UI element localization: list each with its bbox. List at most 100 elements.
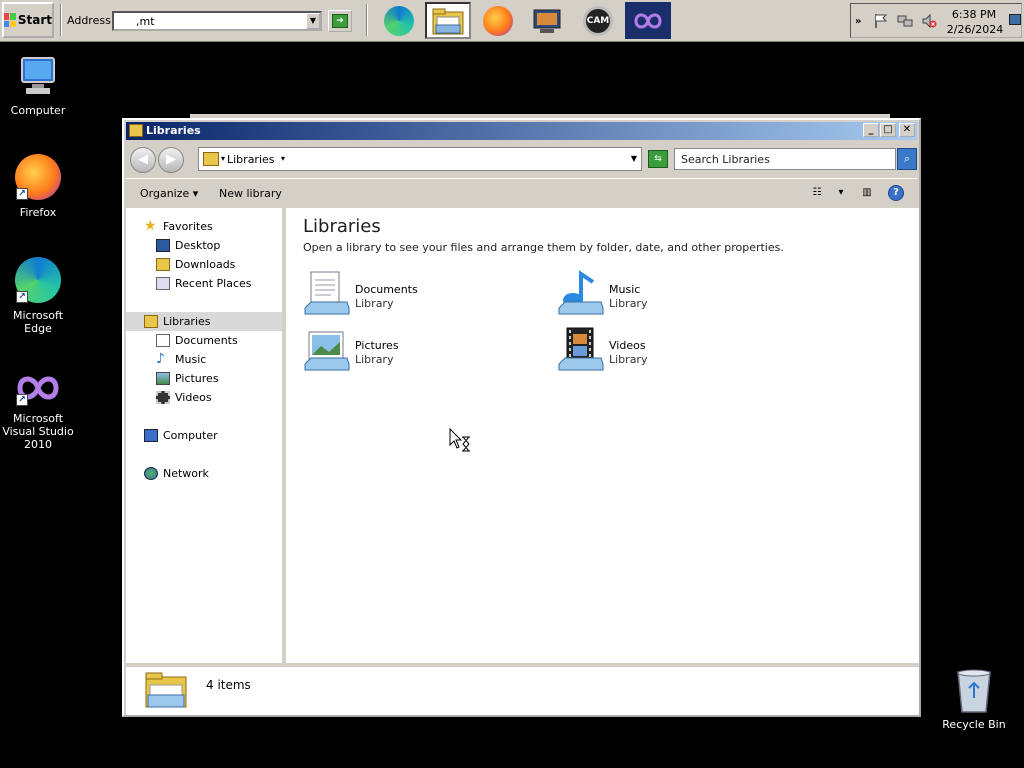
libraries-icon bbox=[203, 152, 219, 166]
library-documents[interactable]: Documents Library bbox=[303, 270, 523, 322]
music-note-icon: ♪ bbox=[156, 351, 165, 367]
help-icon[interactable]: ? bbox=[888, 185, 904, 201]
computer-icon bbox=[14, 52, 62, 100]
desktop-icon-label: Firefox bbox=[19, 206, 57, 219]
details-pane: 4 items bbox=[126, 665, 919, 715]
taskbar-visual-studio[interactable] bbox=[625, 2, 671, 39]
nav-favorites[interactable]: ★ Favorites bbox=[144, 217, 300, 236]
preview-pane-icon[interactable]: ▥ bbox=[858, 185, 876, 201]
desktop-icon-edge[interactable]: ↗ Microsoft Edge bbox=[0, 257, 76, 335]
search-input[interactable]: Search Libraries bbox=[674, 148, 896, 170]
taskbar-media-center[interactable] bbox=[524, 2, 570, 39]
start-label: Start bbox=[17, 13, 52, 27]
address-value: ,mt bbox=[136, 15, 155, 28]
content-pane: Libraries Open a library to see your fil… bbox=[286, 208, 919, 663]
desktop-icon-recycle-bin[interactable]: Recycle Bin bbox=[936, 668, 1012, 731]
nav-libraries[interactable]: Libraries bbox=[126, 312, 282, 331]
firefox-icon: ↗ bbox=[14, 154, 62, 202]
cam-icon: CAM bbox=[583, 5, 613, 36]
search-button[interactable]: ⌕ bbox=[897, 148, 917, 170]
desktop-icon-label: Recycle Bin bbox=[942, 718, 1006, 731]
library-pictures[interactable]: Pictures Library bbox=[303, 326, 523, 378]
nav-network[interactable]: Network bbox=[144, 464, 300, 483]
desktop-icon-label: Computer bbox=[10, 104, 66, 117]
maximize-button[interactable]: □ bbox=[880, 123, 896, 137]
taskbar-cam[interactable]: CAM bbox=[575, 2, 621, 39]
show-desktop-icon[interactable] bbox=[1009, 14, 1021, 25]
new-library-button[interactable]: New library bbox=[219, 187, 282, 200]
taskbar-separator bbox=[366, 4, 368, 36]
desktop-icon-label: Microsoft Edge bbox=[12, 309, 64, 335]
desktop-icon-visual-studio[interactable]: ↗ Microsoft Visual Studio 2010 bbox=[0, 370, 76, 451]
visual-studio-icon: ↗ bbox=[14, 370, 62, 408]
clock-time[interactable]: 6:38 PM bbox=[949, 8, 999, 21]
page-title: Libraries bbox=[303, 216, 381, 237]
forward-button[interactable]: ▶ bbox=[158, 147, 184, 173]
videos-library-icon bbox=[558, 327, 604, 371]
libraries-folder-icon bbox=[145, 672, 187, 708]
edge-icon: ↗ bbox=[14, 257, 62, 305]
nav-computer[interactable]: Computer bbox=[144, 426, 300, 445]
taskbar-separator bbox=[60, 4, 62, 36]
taskbar-firefox[interactable] bbox=[475, 2, 521, 39]
address-input[interactable]: ,mt ▼ bbox=[112, 11, 322, 31]
desktop-icon bbox=[156, 239, 170, 252]
desktop-icon-computer[interactable]: Computer bbox=[0, 52, 76, 117]
firefox-icon bbox=[483, 5, 513, 36]
folder-icon bbox=[129, 124, 143, 137]
start-button[interactable]: Start bbox=[2, 2, 54, 38]
item-count: 4 items bbox=[206, 678, 251, 692]
pictures-library-icon bbox=[304, 331, 350, 371]
chevron-down-icon[interactable]: ▾ bbox=[221, 154, 225, 163]
address-dropdown-icon[interactable]: ▼ bbox=[306, 13, 320, 29]
downloads-folder-icon bbox=[156, 258, 170, 271]
window-controls: _ □ ✕ bbox=[863, 123, 915, 137]
close-button[interactable]: ✕ bbox=[899, 123, 915, 137]
breadcrumb-dropdown-icon[interactable]: ▼ bbox=[631, 154, 637, 163]
pictures-icon bbox=[156, 372, 170, 385]
view-options-dropdown-icon[interactable]: ▾ bbox=[832, 185, 850, 201]
explorer-window: Libraries _ □ ✕ ◀ ▶ ▾ Libraries ▾ ▼ ⇆ Se… bbox=[122, 118, 921, 717]
address-go-button[interactable]: ➜ bbox=[328, 10, 352, 32]
clock-date[interactable]: 2/26/2024 bbox=[945, 23, 1005, 36]
taskbar-file-explorer[interactable] bbox=[425, 2, 471, 39]
change-view-icon[interactable]: ☷ bbox=[808, 185, 826, 201]
shortcut-arrow-icon: ↗ bbox=[16, 188, 28, 200]
minimize-button[interactable]: _ bbox=[863, 123, 879, 137]
star-icon: ★ bbox=[144, 218, 157, 234]
navigation-bar: ◀ ▶ ▾ Libraries ▾ ▼ ⇆ Search Libraries ⌕ bbox=[126, 142, 917, 176]
page-description: Open a library to see your files and arr… bbox=[303, 241, 784, 254]
network-globe-icon bbox=[144, 467, 158, 480]
computer-icon bbox=[144, 429, 158, 442]
window-title: Libraries bbox=[146, 124, 201, 137]
visual-studio-icon bbox=[634, 13, 662, 28]
tray-expand-icon[interactable]: » bbox=[855, 16, 861, 27]
navigation-pane: ★ Favorites Desktop Downloads Recent Pla… bbox=[126, 208, 284, 663]
organize-menu[interactable]: Organize ▾ bbox=[140, 187, 198, 200]
refresh-button[interactable]: ⇆ bbox=[648, 150, 668, 168]
documents-icon bbox=[156, 334, 170, 347]
recycle-bin-icon bbox=[950, 668, 998, 714]
documents-library-icon bbox=[304, 271, 350, 315]
taskbar: Start Address ,mt ▼ ➜ CAM » 6:38 PM 2/26… bbox=[0, 0, 1024, 42]
back-button[interactable]: ◀ bbox=[130, 147, 156, 173]
shortcut-arrow-icon: ↗ bbox=[16, 394, 28, 406]
breadcrumb[interactable]: ▾ Libraries ▾ ▼ bbox=[198, 147, 642, 171]
breadcrumb-libraries[interactable]: Libraries bbox=[227, 153, 275, 166]
network-icon[interactable] bbox=[897, 13, 913, 29]
file-explorer-icon bbox=[432, 8, 464, 34]
volume-muted-icon[interactable] bbox=[921, 13, 937, 29]
chevron-down-icon[interactable]: ▾ bbox=[281, 154, 285, 163]
taskbar-edge[interactable] bbox=[376, 2, 422, 39]
action-center-flag-icon[interactable] bbox=[873, 13, 889, 29]
library-videos[interactable]: Videos Library bbox=[557, 326, 777, 378]
libraries-icon bbox=[144, 315, 158, 328]
window-titlebar[interactable]: Libraries _ □ ✕ bbox=[126, 122, 917, 140]
desktop-icon-firefox[interactable]: ↗ Firefox bbox=[0, 154, 76, 219]
windows-logo-icon bbox=[4, 13, 16, 27]
edge-icon bbox=[384, 5, 414, 36]
music-library-icon bbox=[558, 270, 604, 315]
library-music[interactable]: Music Library bbox=[557, 270, 777, 322]
system-tray: » 6:38 PM 2/26/2024 bbox=[850, 3, 1022, 38]
go-arrow-icon: ➜ bbox=[332, 14, 348, 28]
